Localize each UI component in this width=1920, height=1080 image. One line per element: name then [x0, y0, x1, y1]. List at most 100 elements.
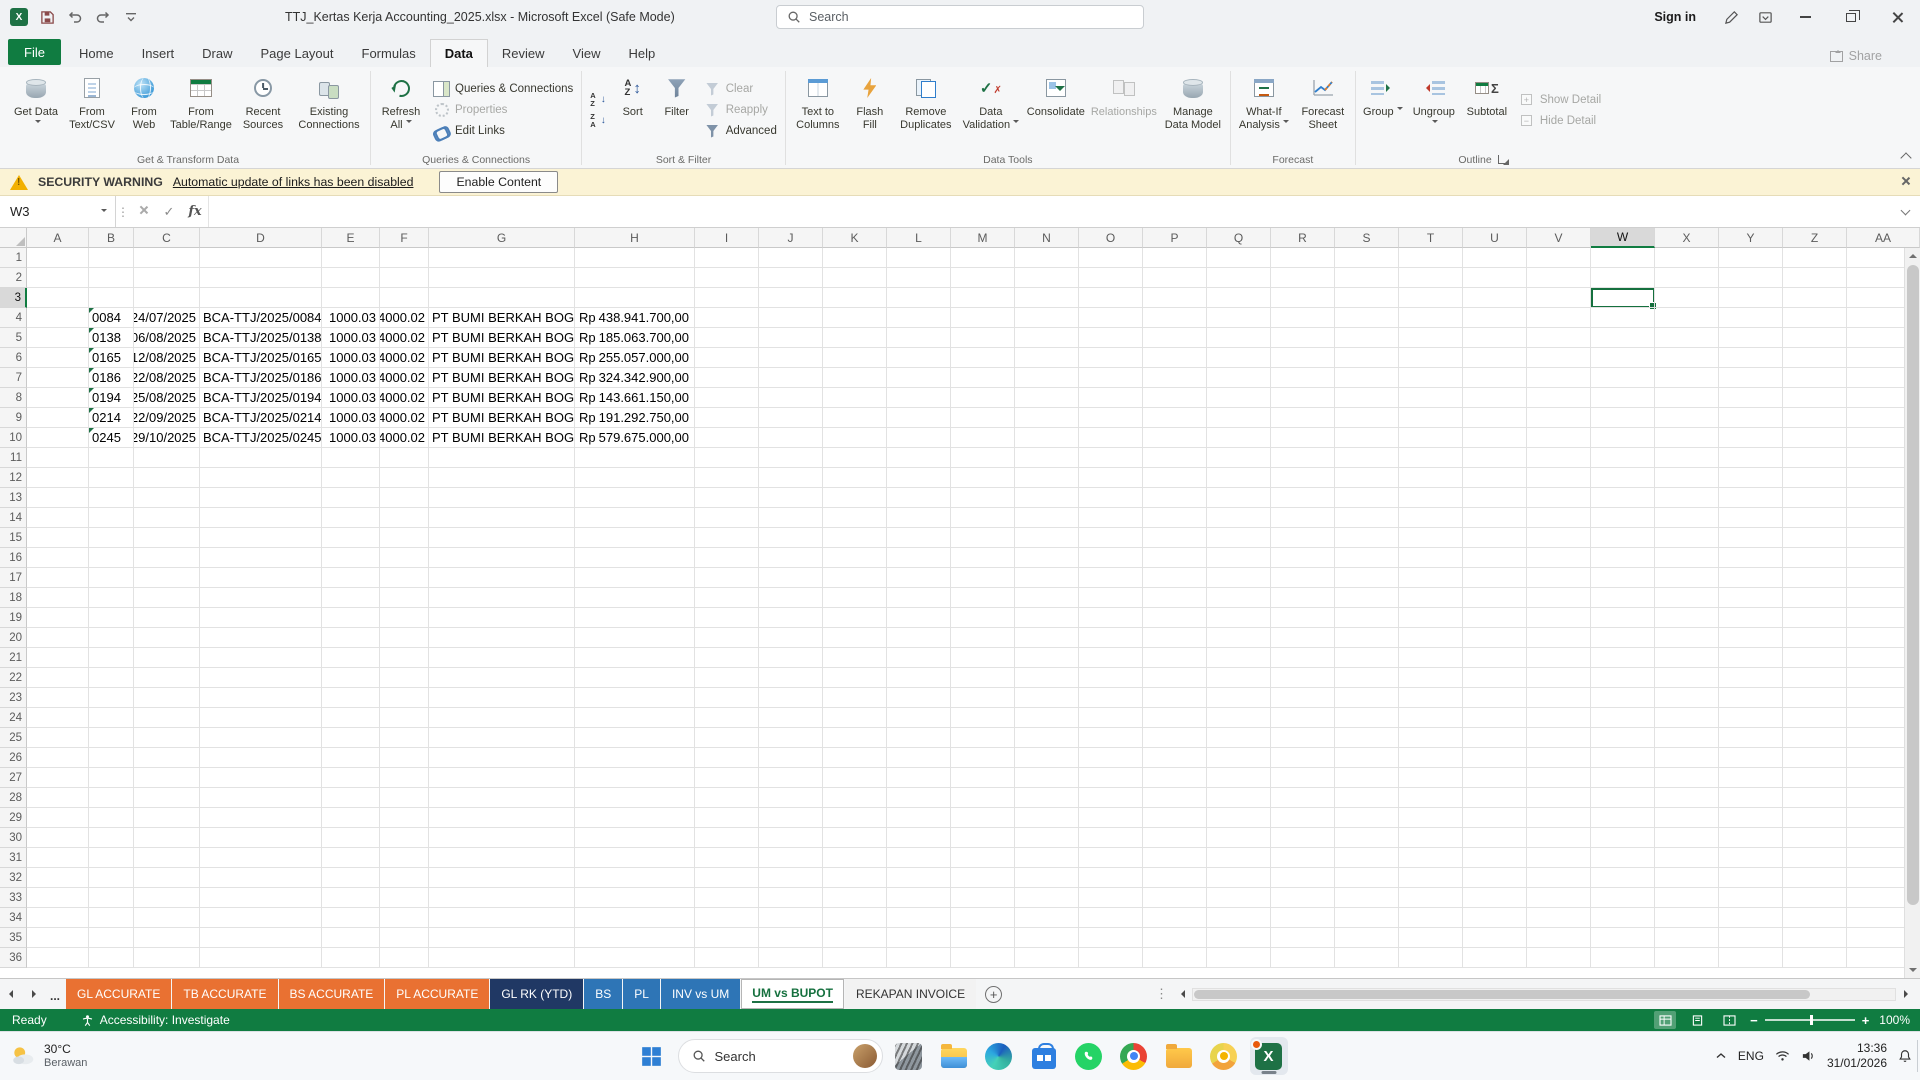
cell-Z33[interactable]	[1783, 888, 1847, 908]
row-header-3[interactable]: 3	[0, 288, 27, 308]
cell-W34[interactable]	[1591, 908, 1655, 928]
add-sheet-button[interactable]: +	[985, 986, 1002, 1003]
cell-V28[interactable]	[1527, 788, 1591, 808]
cell-D28[interactable]	[200, 788, 322, 808]
sheet-nav-left-button[interactable]	[0, 979, 22, 1009]
cell-T4[interactable]	[1399, 308, 1463, 328]
cell-E35[interactable]	[322, 928, 380, 948]
cell-T9[interactable]	[1399, 408, 1463, 428]
zoom-level[interactable]: 100%	[1879, 1013, 1910, 1027]
file-explorer-icon[interactable]	[935, 1037, 973, 1075]
advanced-filter-button[interactable]: Advanced	[700, 121, 781, 142]
cell-U3[interactable]	[1463, 288, 1527, 308]
column-header-B[interactable]: B	[89, 228, 134, 248]
cell-M17[interactable]	[951, 568, 1015, 588]
cell-G19[interactable]	[429, 608, 575, 628]
column-header-Z[interactable]: Z	[1783, 228, 1847, 248]
cell-V30[interactable]	[1527, 828, 1591, 848]
cell-Z27[interactable]	[1783, 768, 1847, 788]
cell-H14[interactable]	[575, 508, 695, 528]
data-validation-button[interactable]: ✓✗ Data Validation	[960, 69, 1022, 151]
get-data-button[interactable]: Get Data	[10, 69, 62, 151]
cell-B28[interactable]	[89, 788, 134, 808]
cell-O4[interactable]	[1079, 308, 1143, 328]
cell-G25[interactable]	[429, 728, 575, 748]
cell-Q15[interactable]	[1207, 528, 1271, 548]
cell-A30[interactable]	[27, 828, 89, 848]
cell-Z26[interactable]	[1783, 748, 1847, 768]
cell-S7[interactable]	[1335, 368, 1399, 388]
cell-M27[interactable]	[951, 768, 1015, 788]
cell-V26[interactable]	[1527, 748, 1591, 768]
cell-N7[interactable]	[1015, 368, 1079, 388]
cell-T1[interactable]	[1399, 248, 1463, 268]
cell-Q23[interactable]	[1207, 688, 1271, 708]
cell-F2[interactable]	[380, 268, 429, 288]
column-header-Q[interactable]: Q	[1207, 228, 1271, 248]
cell-J5[interactable]	[759, 328, 823, 348]
cell-L33[interactable]	[887, 888, 951, 908]
column-header-X[interactable]: X	[1655, 228, 1719, 248]
cell-C32[interactable]	[134, 868, 200, 888]
cell-Y33[interactable]	[1719, 888, 1783, 908]
cell-B29[interactable]	[89, 808, 134, 828]
cell-I9[interactable]	[695, 408, 759, 428]
cell-E11[interactable]	[322, 448, 380, 468]
cell-P12[interactable]	[1143, 468, 1207, 488]
cell-O20[interactable]	[1079, 628, 1143, 648]
cell-I19[interactable]	[695, 608, 759, 628]
cell-V12[interactable]	[1527, 468, 1591, 488]
cell-J16[interactable]	[759, 548, 823, 568]
cell-F26[interactable]	[380, 748, 429, 768]
edge-icon[interactable]	[980, 1037, 1018, 1075]
cell-V2[interactable]	[1527, 268, 1591, 288]
column-header-C[interactable]: C	[134, 228, 200, 248]
cell-N31[interactable]	[1015, 848, 1079, 868]
cell-K2[interactable]	[823, 268, 887, 288]
cell-V35[interactable]	[1527, 928, 1591, 948]
cell-P2[interactable]	[1143, 268, 1207, 288]
cell-Q31[interactable]	[1207, 848, 1271, 868]
cell-Y34[interactable]	[1719, 908, 1783, 928]
ribbon-display-options-icon[interactable]	[1748, 0, 1782, 34]
cell-T34[interactable]	[1399, 908, 1463, 928]
cell-C34[interactable]	[134, 908, 200, 928]
cell-O2[interactable]	[1079, 268, 1143, 288]
cell-D4[interactable]: BCA-TTJ/2025/0084	[200, 308, 322, 328]
cell-U11[interactable]	[1463, 448, 1527, 468]
cell-G4[interactable]: PT BUMI BERKAH BOG	[429, 308, 575, 328]
column-header-H[interactable]: H	[575, 228, 695, 248]
cell-V19[interactable]	[1527, 608, 1591, 628]
cell-O1[interactable]	[1079, 248, 1143, 268]
cell-H21[interactable]	[575, 648, 695, 668]
cell-X20[interactable]	[1655, 628, 1719, 648]
cell-F19[interactable]	[380, 608, 429, 628]
cell-X7[interactable]	[1655, 368, 1719, 388]
cell-T22[interactable]	[1399, 668, 1463, 688]
cell-L28[interactable]	[887, 788, 951, 808]
cell-H5[interactable]: Rp185.063.700,00	[575, 328, 695, 348]
cell-A21[interactable]	[27, 648, 89, 668]
cell-Q30[interactable]	[1207, 828, 1271, 848]
cell-N15[interactable]	[1015, 528, 1079, 548]
cell-B31[interactable]	[89, 848, 134, 868]
cell-X4[interactable]	[1655, 308, 1719, 328]
cell-E25[interactable]	[322, 728, 380, 748]
cell-I27[interactable]	[695, 768, 759, 788]
cell-H22[interactable]	[575, 668, 695, 688]
cell-S27[interactable]	[1335, 768, 1399, 788]
cell-T21[interactable]	[1399, 648, 1463, 668]
row-header-5[interactable]: 5	[0, 328, 27, 348]
cell-K16[interactable]	[823, 548, 887, 568]
cell-W13[interactable]	[1591, 488, 1655, 508]
cell-R32[interactable]	[1271, 868, 1335, 888]
cell-X29[interactable]	[1655, 808, 1719, 828]
cell-D13[interactable]	[200, 488, 322, 508]
cell-P34[interactable]	[1143, 908, 1207, 928]
hide-detail-button[interactable]: − Hide Detail	[1514, 110, 1605, 131]
cell-V9[interactable]	[1527, 408, 1591, 428]
column-header-W[interactable]: W	[1591, 228, 1655, 248]
cell-G26[interactable]	[429, 748, 575, 768]
cell-R26[interactable]	[1271, 748, 1335, 768]
cell-Z28[interactable]	[1783, 788, 1847, 808]
